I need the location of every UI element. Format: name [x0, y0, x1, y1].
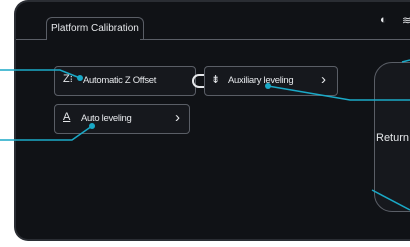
callout-line-auxiliary	[267, 85, 410, 101]
callout-lines	[0, 59, 410, 211]
callout-dot-auto-leveling	[89, 123, 95, 129]
callout-line-return	[371, 189, 410, 211]
callout-dot-auxiliary	[265, 83, 271, 89]
callout-line-z-offset	[0, 69, 81, 79]
callout-line-auto-leveling	[0, 125, 93, 141]
callout-dot-z-offset	[77, 75, 83, 81]
callout-line-top-right	[401, 59, 410, 63]
